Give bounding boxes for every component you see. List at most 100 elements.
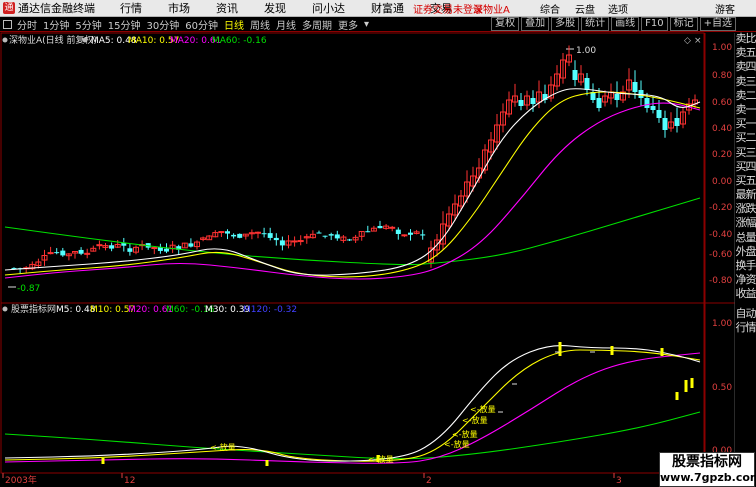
candle: [347, 238, 352, 241]
side-item[interactable]: 涨跌: [735, 202, 756, 216]
candle: [157, 243, 163, 254]
candle: [413, 229, 420, 235]
candle: [316, 230, 322, 234]
sub-y-axis: 1.00 0.50 0.00: [712, 319, 732, 456]
candle: [328, 232, 334, 241]
side-item[interactable]: 涨幅: [735, 216, 756, 230]
candle: [23, 266, 30, 274]
signal-bar: [101, 458, 105, 464]
side-item[interactable]: 买一: [735, 117, 756, 131]
volume-signal-label: <-放量: [462, 415, 488, 425]
side-item[interactable]: 自动: [735, 307, 756, 321]
candle: [151, 246, 158, 255]
candle: [242, 233, 249, 240]
candle: [309, 230, 316, 239]
candle: [188, 238, 194, 248]
watermark-title: 股票指标网: [672, 454, 742, 470]
side-item[interactable]: 卖五: [735, 46, 756, 60]
candle: [72, 251, 78, 259]
y-tick-label: 1.00: [712, 43, 732, 53]
signal-bar: [660, 348, 664, 356]
x-tick-label: 2: [426, 476, 432, 486]
candle: [370, 225, 377, 232]
side-item[interactable]: 换手: [735, 259, 756, 273]
candle: [488, 131, 494, 160]
candle: [554, 65, 560, 91]
x-tick-label: 3: [616, 476, 622, 486]
candle: [608, 83, 614, 105]
candle: [506, 91, 512, 118]
candle: [303, 233, 310, 244]
side-item[interactable]: 总量: [735, 231, 756, 245]
candle: [512, 83, 518, 107]
m120-value: M120: -0.32: [243, 305, 297, 315]
candle: [255, 231, 261, 239]
side-item[interactable]: 卖一: [735, 103, 756, 117]
ma60-value: MA60: -0.16: [212, 36, 267, 46]
candle: [121, 237, 127, 252]
side-item[interactable]: 最新: [735, 188, 756, 202]
candle: [500, 103, 506, 133]
side-item[interactable]: 买二: [735, 131, 756, 145]
candle: [358, 230, 365, 241]
candle: [291, 236, 298, 247]
candle: [680, 106, 686, 129]
side-item[interactable]: 卖比: [735, 32, 756, 46]
candle: [218, 231, 225, 237]
side-item[interactable]: 卖二: [735, 89, 756, 103]
candle: [133, 245, 139, 255]
side-item[interactable]: 买四: [735, 160, 756, 174]
ma-lines: [4, 88, 701, 280]
volume-signal-label: <-放量: [368, 454, 394, 464]
candle: [102, 242, 109, 251]
side-item[interactable]: 买三: [735, 146, 756, 160]
candle: [578, 65, 584, 86]
side-item[interactable]: 收益: [735, 287, 756, 301]
watermark-logo: 股票指标网 www.7gpzb.com: [659, 452, 756, 487]
y-tick-label: 0.40: [712, 124, 732, 134]
kline-chart-area[interactable]: 深物业A(日线 前复权) MA5: 0.48 MA10: 0.57 MA20: …: [0, 0, 735, 487]
side-item[interactable]: 净资: [735, 273, 756, 287]
candle: [297, 235, 304, 246]
collapse-icon[interactable]: ◇: [684, 36, 691, 46]
candle: [273, 233, 279, 246]
side-item[interactable]: 买五: [735, 174, 756, 188]
sub-y-tick-label: 0.50: [712, 383, 732, 393]
candle: [78, 247, 84, 256]
main-chart-option-icon[interactable]: [2, 37, 8, 43]
side-item[interactable]: 卖四: [735, 60, 756, 74]
side-item[interactable]: 行情: [735, 321, 756, 335]
time-axis: 2003年 12 2 3: [2, 473, 622, 486]
candle: [109, 242, 115, 252]
m10-line: [4, 349, 701, 462]
candle: [47, 246, 54, 255]
m5-line: [4, 345, 701, 462]
candle: [231, 233, 237, 239]
side-item[interactable]: 外盘: [735, 245, 756, 259]
volume-signal-label: <-放量: [470, 404, 496, 414]
sub-chart-option-icon[interactable]: [2, 306, 8, 312]
candle: [668, 112, 674, 132]
candle: [650, 96, 656, 114]
side-item[interactable]: 卖三: [735, 75, 756, 89]
ma-option-icon[interactable]: [82, 37, 88, 43]
candle: [572, 60, 578, 87]
ma20-line: [4, 102, 701, 280]
candle: [602, 90, 608, 107]
y-tick-label: 0.00: [712, 177, 732, 187]
candle: [225, 229, 230, 240]
signal-bar: [675, 392, 679, 400]
low-marker: -0.87: [8, 284, 40, 294]
candle: [395, 227, 401, 240]
candle: [84, 248, 91, 259]
candle: [237, 233, 243, 239]
candle: [261, 227, 267, 238]
candle: [96, 240, 103, 250]
volume-signal-label: <-放量: [444, 439, 470, 449]
candle: [200, 236, 207, 242]
close-panel-icon[interactable]: ×: [694, 36, 702, 46]
candle: [560, 53, 566, 84]
candle: [352, 234, 359, 243]
ma10-line: [4, 91, 701, 278]
candle: [279, 236, 285, 251]
